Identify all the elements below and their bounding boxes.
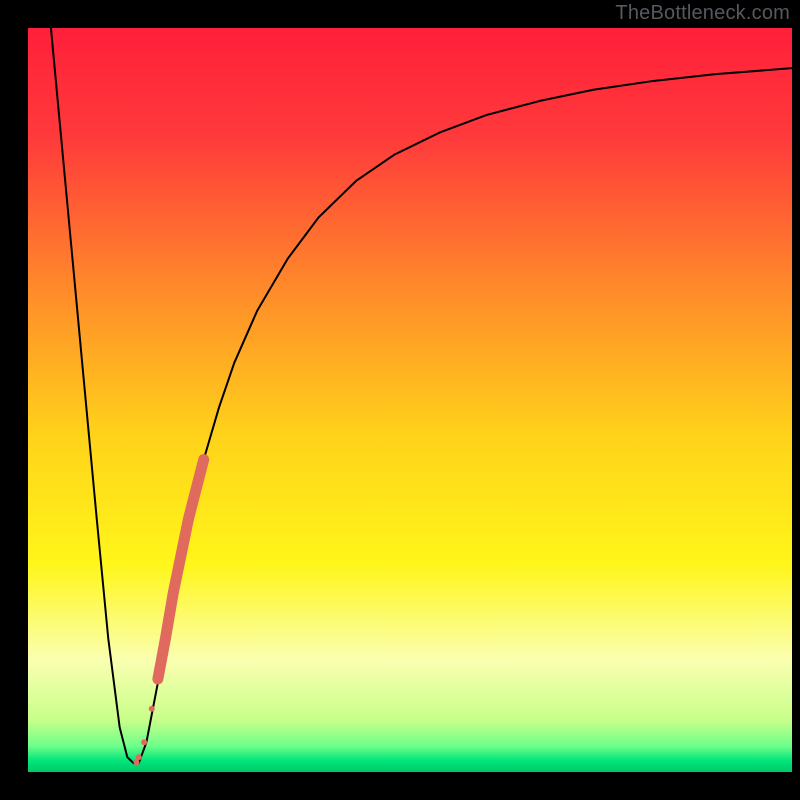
highlight-dot xyxy=(199,455,209,465)
watermark-text: TheBottleneck.com xyxy=(615,2,790,25)
bottleneck-chart xyxy=(0,0,800,800)
highlight-dot xyxy=(168,588,178,598)
highlight-dot xyxy=(141,739,147,745)
highlight-dot xyxy=(161,633,171,643)
plot-background xyxy=(28,28,792,772)
highlight-dot xyxy=(191,484,201,494)
highlight-dot xyxy=(133,759,139,765)
highlight-dot xyxy=(153,674,163,684)
highlight-dot xyxy=(136,754,142,760)
highlight-dot xyxy=(176,551,186,561)
highlight-dot xyxy=(149,706,155,712)
highlight-dot xyxy=(183,514,193,524)
chart-container: TheBottleneck.com xyxy=(0,0,800,800)
